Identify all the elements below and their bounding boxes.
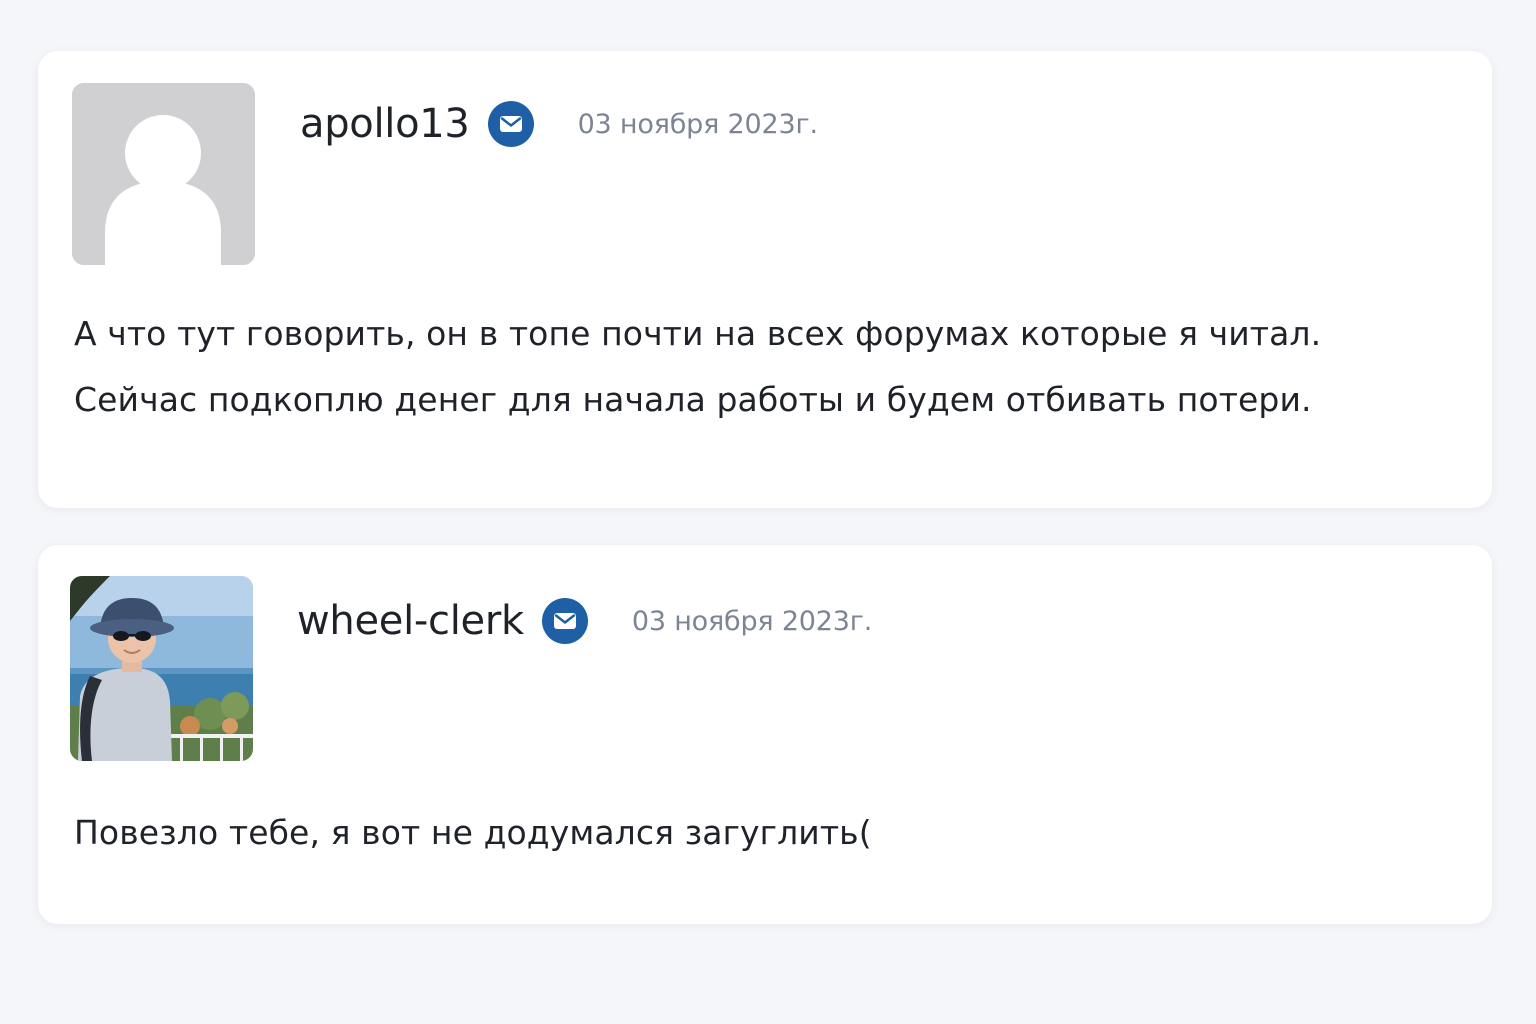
comment-text: А что тут говорить, он в топе почти на в… [74,301,1321,433]
comment-date: 03 ноября 2023г. [577,108,818,140]
comment-text: Повезло тебе, я вот не додумался загугли… [74,800,872,866]
comment-text-line: Сейчас подкоплю денег для начала работы … [74,380,1312,419]
default-user-icon [72,83,255,265]
user-photo [70,576,253,761]
author-name[interactable]: wheel-clerk [297,598,524,644]
avatar[interactable] [72,83,255,265]
author-name[interactable]: apollo13 [300,101,470,147]
avatar[interactable] [70,576,253,761]
comment-card: wheel-clerk 03 ноября 2023г. Повезло теб… [38,545,1492,924]
comment-date: 03 ноября 2023г. [631,605,873,637]
comment-card: apollo13 03 ноября 2023г. А что тут гово… [38,51,1492,508]
comment-text-line: А что тут говорить, он в топе почти на в… [74,314,1322,353]
author-row: apollo13 03 ноября 2023г. [300,99,818,149]
comments-page: apollo13 03 ноября 2023г. А что тут гово… [0,0,1536,1024]
mail-icon[interactable] [541,598,588,644]
mail-icon[interactable] [487,101,534,147]
comment-text-line: Повезло тебе, я вот не додумался загугли… [74,813,872,852]
author-row: wheel-clerk 03 ноября 2023г. [297,596,872,646]
